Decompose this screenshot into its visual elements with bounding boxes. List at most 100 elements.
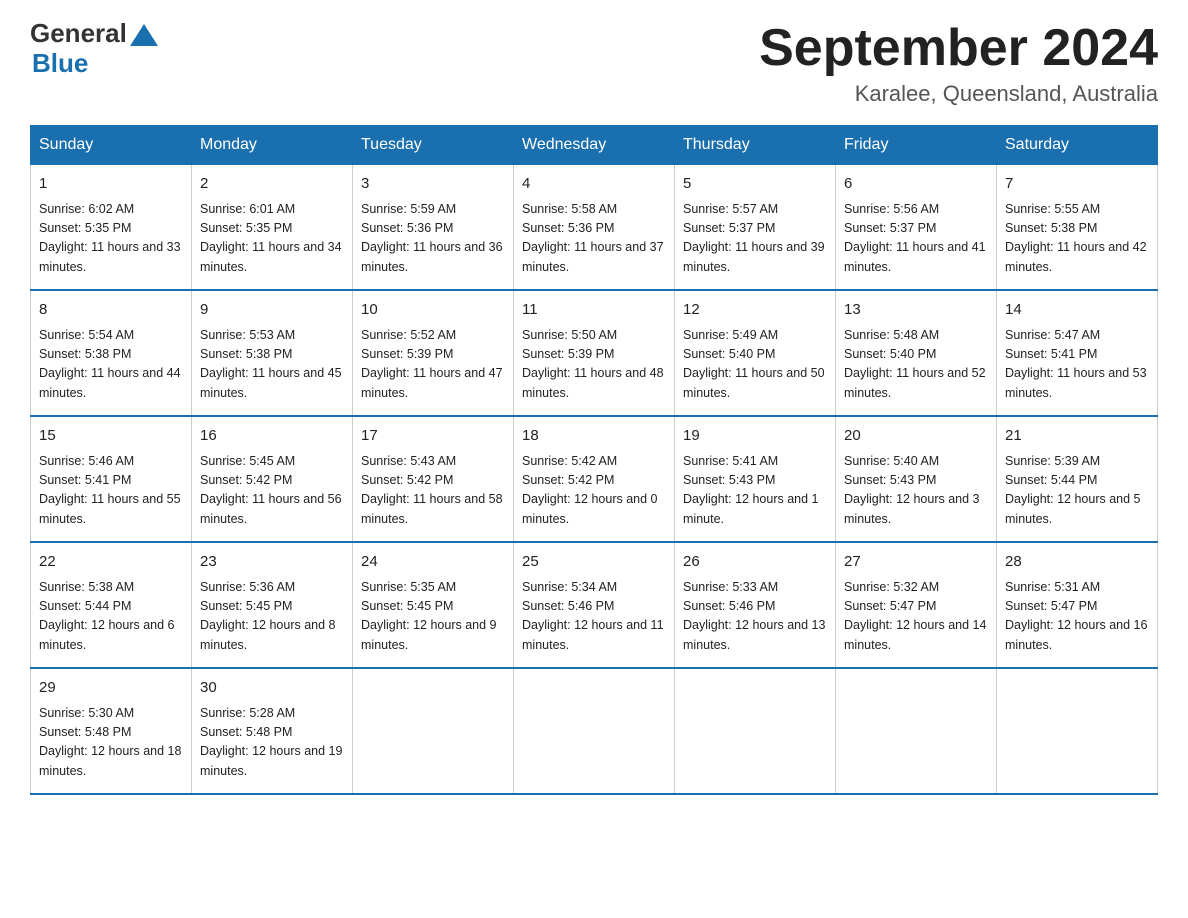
day-info: Sunrise: 5:55 AMSunset: 5:38 PMDaylight:… (1005, 200, 1149, 278)
calendar-cell: 28 Sunrise: 5:31 AMSunset: 5:47 PMDayligh… (997, 542, 1158, 668)
calendar-cell: 29 Sunrise: 5:30 AMSunset: 5:48 PMDayligh… (31, 668, 192, 794)
day-number: 29 (39, 677, 183, 700)
calendar-header: SundayMondayTuesdayWednesdayThursdayFrid… (31, 126, 1158, 165)
day-number: 8 (39, 299, 183, 322)
calendar-cell: 11 Sunrise: 5:50 AMSunset: 5:39 PMDayligh… (514, 290, 675, 416)
day-info: Sunrise: 5:49 AMSunset: 5:40 PMDaylight:… (683, 326, 827, 404)
calendar-cell: 27 Sunrise: 5:32 AMSunset: 5:47 PMDayligh… (836, 542, 997, 668)
day-number: 1 (39, 173, 183, 196)
day-info: Sunrise: 5:33 AMSunset: 5:46 PMDaylight:… (683, 578, 827, 656)
day-info: Sunrise: 5:34 AMSunset: 5:46 PMDaylight:… (522, 578, 666, 656)
calendar-cell: 16Sunrise: 5:45 AMSunset: 5:42 PMDayligh… (192, 416, 353, 542)
logo-general-text: General (30, 20, 127, 46)
day-info: Sunrise: 5:39 AMSunset: 5:44 PMDaylight:… (1005, 452, 1149, 530)
day-info: Sunrise: 5:41 AMSunset: 5:43 PMDaylight:… (683, 452, 827, 530)
day-number: 24 (361, 551, 505, 574)
week-row-1: 1 Sunrise: 6:02 AMSunset: 5:35 PMDaylight… (31, 165, 1158, 291)
day-number: 15 (39, 425, 183, 448)
calendar-cell: 26 Sunrise: 5:33 AMSunset: 5:46 PMDayligh… (675, 542, 836, 668)
calendar-cell (836, 668, 997, 794)
day-number: 10 (361, 299, 505, 322)
day-info: Sunrise: 5:48 AMSunset: 5:40 PMDaylight:… (844, 326, 988, 404)
day-info: Sunrise: 6:02 AMSunset: 5:35 PMDaylight:… (39, 200, 183, 278)
calendar-cell: 22 Sunrise: 5:38 AMSunset: 5:44 PMDayligh… (31, 542, 192, 668)
calendar-cell: 30 Sunrise: 5:28 AMSunset: 5:48 PMDayligh… (192, 668, 353, 794)
day-info: Sunrise: 5:40 AMSunset: 5:43 PMDaylight:… (844, 452, 988, 530)
calendar-cell (353, 668, 514, 794)
day-number: 25 (522, 551, 666, 574)
calendar-cell: 9 Sunrise: 5:53 AMSunset: 5:38 PMDaylight… (192, 290, 353, 416)
day-info: Sunrise: 5:28 AMSunset: 5:48 PMDaylight:… (200, 704, 344, 782)
calendar-cell (997, 668, 1158, 794)
header-day-thursday: Thursday (675, 126, 836, 165)
day-number: 30 (200, 677, 344, 700)
header-row: SundayMondayTuesdayWednesdayThursdayFrid… (31, 126, 1158, 165)
day-number: 27 (844, 551, 988, 574)
day-number: 9 (200, 299, 344, 322)
main-title: September 2024 (759, 20, 1158, 77)
day-number: 28 (1005, 551, 1149, 574)
calendar-cell (514, 668, 675, 794)
calendar-cell: 14 Sunrise: 5:47 AMSunset: 5:41 PMDayligh… (997, 290, 1158, 416)
day-info: Sunrise: 5:53 AMSunset: 5:38 PMDaylight:… (200, 326, 344, 404)
calendar-cell: 3 Sunrise: 5:59 AMSunset: 5:36 PMDaylight… (353, 165, 514, 291)
day-info: Sunrise: 5:43 AMSunset: 5:42 PMDaylight:… (361, 452, 505, 530)
day-info: Sunrise: 5:35 AMSunset: 5:45 PMDaylight:… (361, 578, 505, 656)
calendar-cell: 7Sunrise: 5:55 AMSunset: 5:38 PMDaylight… (997, 165, 1158, 291)
calendar-cell: 6 Sunrise: 5:56 AMSunset: 5:37 PMDaylight… (836, 165, 997, 291)
week-row-2: 8 Sunrise: 5:54 AMSunset: 5:38 PMDaylight… (31, 290, 1158, 416)
day-info: Sunrise: 5:58 AMSunset: 5:36 PMDaylight:… (522, 200, 666, 278)
day-info: Sunrise: 5:47 AMSunset: 5:41 PMDaylight:… (1005, 326, 1149, 404)
week-row-3: 15 Sunrise: 5:46 AMSunset: 5:41 PMDayligh… (31, 416, 1158, 542)
day-info: Sunrise: 5:42 AMSunset: 5:42 PMDaylight:… (522, 452, 666, 530)
calendar-cell: 23 Sunrise: 5:36 AMSunset: 5:45 PMDayligh… (192, 542, 353, 668)
subtitle: Karalee, Queensland, Australia (759, 81, 1158, 107)
calendar-cell: 1 Sunrise: 6:02 AMSunset: 5:35 PMDaylight… (31, 165, 192, 291)
day-info: Sunrise: 6:01 AMSunset: 5:35 PMDaylight:… (200, 200, 344, 278)
day-info: Sunrise: 5:50 AMSunset: 5:39 PMDaylight:… (522, 326, 666, 404)
day-number: 3 (361, 173, 505, 196)
calendar-cell: 10Sunrise: 5:52 AMSunset: 5:39 PMDayligh… (353, 290, 514, 416)
day-number: 21 (1005, 425, 1149, 448)
day-number: 14 (1005, 299, 1149, 322)
day-info: Sunrise: 5:59 AMSunset: 5:36 PMDaylight:… (361, 200, 505, 278)
week-row-5: 29 Sunrise: 5:30 AMSunset: 5:48 PMDayligh… (31, 668, 1158, 794)
calendar-cell: 21 Sunrise: 5:39 AMSunset: 5:44 PMDayligh… (997, 416, 1158, 542)
calendar-cell: 20Sunrise: 5:40 AMSunset: 5:43 PMDayligh… (836, 416, 997, 542)
day-info: Sunrise: 5:30 AMSunset: 5:48 PMDaylight:… (39, 704, 183, 782)
calendar-cell (675, 668, 836, 794)
day-number: 13 (844, 299, 988, 322)
day-number: 11 (522, 299, 666, 322)
calendar-cell: 5Sunrise: 5:57 AMSunset: 5:37 PMDaylight… (675, 165, 836, 291)
day-number: 2 (200, 173, 344, 196)
day-info: Sunrise: 5:38 AMSunset: 5:44 PMDaylight:… (39, 578, 183, 656)
calendar-cell: 2 Sunrise: 6:01 AMSunset: 5:35 PMDaylight… (192, 165, 353, 291)
day-number: 22 (39, 551, 183, 574)
day-info: Sunrise: 5:54 AMSunset: 5:38 PMDaylight:… (39, 326, 183, 404)
header-day-tuesday: Tuesday (353, 126, 514, 165)
day-number: 5 (683, 173, 827, 196)
day-number: 16 (200, 425, 344, 448)
day-number: 26 (683, 551, 827, 574)
logo-triangle-icon (130, 24, 158, 46)
calendar-cell: 25 Sunrise: 5:34 AMSunset: 5:46 PMDayligh… (514, 542, 675, 668)
logo: General Blue (30, 20, 161, 79)
day-number: 17 (361, 425, 505, 448)
week-row-4: 22 Sunrise: 5:38 AMSunset: 5:44 PMDayligh… (31, 542, 1158, 668)
day-info: Sunrise: 5:46 AMSunset: 5:41 PMDaylight:… (39, 452, 183, 530)
day-info: Sunrise: 5:36 AMSunset: 5:45 PMDaylight:… (200, 578, 344, 656)
day-number: 6 (844, 173, 988, 196)
day-info: Sunrise: 5:56 AMSunset: 5:37 PMDaylight:… (844, 200, 988, 278)
header-day-friday: Friday (836, 126, 997, 165)
calendar-cell: 12Sunrise: 5:49 AMSunset: 5:40 PMDayligh… (675, 290, 836, 416)
day-info: Sunrise: 5:31 AMSunset: 5:47 PMDaylight:… (1005, 578, 1149, 656)
calendar-cell: 13 Sunrise: 5:48 AMSunset: 5:40 PMDayligh… (836, 290, 997, 416)
day-info: Sunrise: 5:32 AMSunset: 5:47 PMDaylight:… (844, 578, 988, 656)
calendar-cell: 18Sunrise: 5:42 AMSunset: 5:42 PMDayligh… (514, 416, 675, 542)
calendar-cell: 19 Sunrise: 5:41 AMSunset: 5:43 PMDayligh… (675, 416, 836, 542)
day-number: 23 (200, 551, 344, 574)
calendar-cell: 24 Sunrise: 5:35 AMSunset: 5:45 PMDayligh… (353, 542, 514, 668)
day-number: 19 (683, 425, 827, 448)
calendar-cell: 4Sunrise: 5:58 AMSunset: 5:36 PMDaylight… (514, 165, 675, 291)
calendar-body: 1 Sunrise: 6:02 AMSunset: 5:35 PMDaylight… (31, 165, 1158, 795)
